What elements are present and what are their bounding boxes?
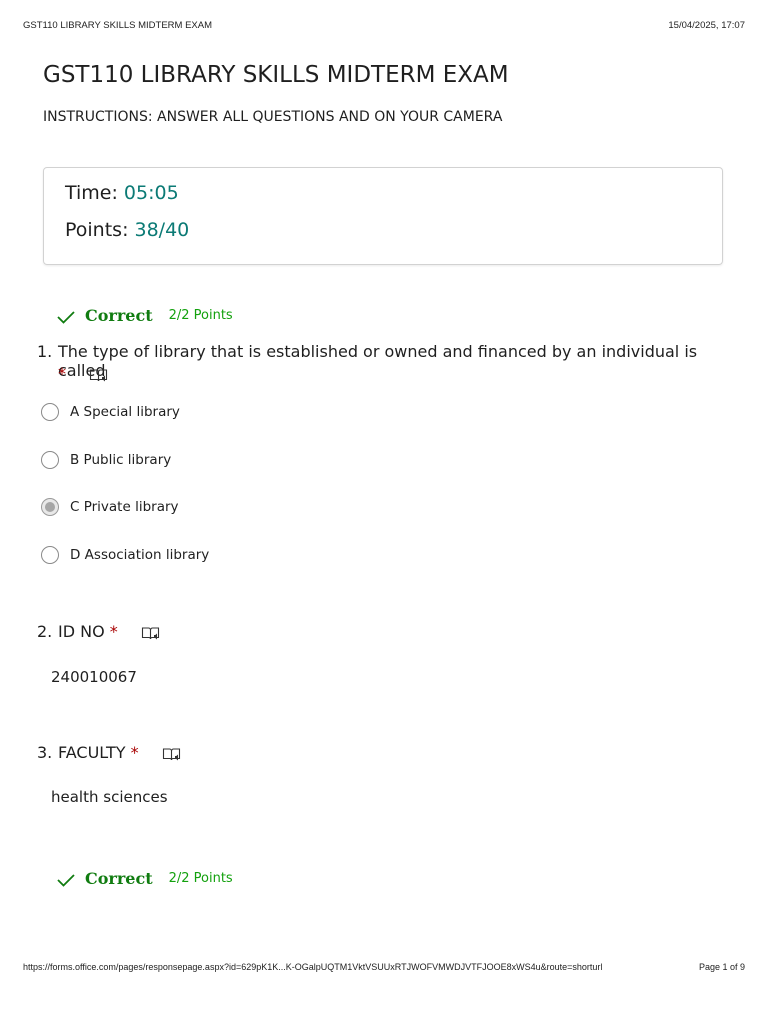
print-header-title: GST110 LIBRARY SKILLS MIDTERM EXAM [23,20,213,31]
question-1-text: The type of library that is established … [58,342,698,380]
time-value: 05:05 [123,182,179,204]
print-footer-page: Page 1 of 9 [698,962,745,972]
question-3-text-row: FACULTY * [58,743,182,762]
check-icon [57,309,75,324]
page: GST110 LIBRARY SKILLS MIDTERM EXAM 15/04… [0,0,768,1024]
status-label: Correct [85,306,153,325]
radio-button-selected[interactable] [41,498,59,516]
radio-button[interactable] [41,403,59,421]
print-header: GST110 LIBRARY SKILLS MIDTERM EXAM 15/04… [23,20,745,31]
form-title: GST110 LIBRARY SKILLS MIDTERM EXAM [43,62,509,88]
points-row: Points: 38/40 [65,219,189,241]
option-label: C Private library [70,499,179,515]
option-label: A Special library [70,404,180,420]
status-label: Correct [85,869,153,888]
check-icon [57,872,75,887]
option-label: B Public library [70,452,172,468]
question-3-text: FACULTY [58,743,126,762]
required-mark: * [109,622,118,641]
question-2-answer: 240010067 [51,668,137,686]
option-d[interactable]: D Association library [41,546,209,564]
print-footer: https://forms.office.com/pages/responsep… [23,962,745,972]
immersive-reader-icon[interactable] [162,746,182,762]
print-footer-url: https://forms.office.com/pages/responsep… [23,962,603,972]
radio-button[interactable] [41,546,59,564]
points-value: 38/40 [134,219,190,241]
option-b[interactable]: B Public library [41,451,171,469]
score-card: Time: 05:05 Points: 38/40 [43,167,723,265]
question-2-number: 2. [37,622,53,641]
immersive-reader-icon[interactable] [89,367,109,383]
question-1-number: 1. [37,342,53,361]
question-3-answer: health sciences [51,788,168,806]
question-1-meta: * [58,364,109,383]
form-description: INSTRUCTIONS: ANSWER ALL QUESTIONS AND O… [43,109,503,125]
question-2-text-row: ID NO * [58,622,161,641]
time-row: Time: 05:05 [65,182,179,204]
question-4-status: Correct 2/2 Points [57,869,233,888]
required-mark: * [130,743,139,762]
print-header-datetime: 15/04/2025, 17:07 [668,20,745,31]
question-2-text: ID NO [58,622,105,641]
option-c[interactable]: C Private library [41,498,179,516]
question-3-number: 3. [37,743,53,762]
question-1-status: Correct 2/2 Points [57,306,233,325]
radio-button[interactable] [41,451,59,469]
status-points: 2/2 Points [168,871,233,886]
status-points: 2/2 Points [168,308,233,323]
required-mark: * [58,364,66,383]
points-label: Points: [65,219,129,241]
immersive-reader-icon[interactable] [141,625,161,641]
option-a[interactable]: A Special library [41,403,180,421]
option-label: D Association library [70,547,210,563]
time-label: Time: [65,182,118,204]
